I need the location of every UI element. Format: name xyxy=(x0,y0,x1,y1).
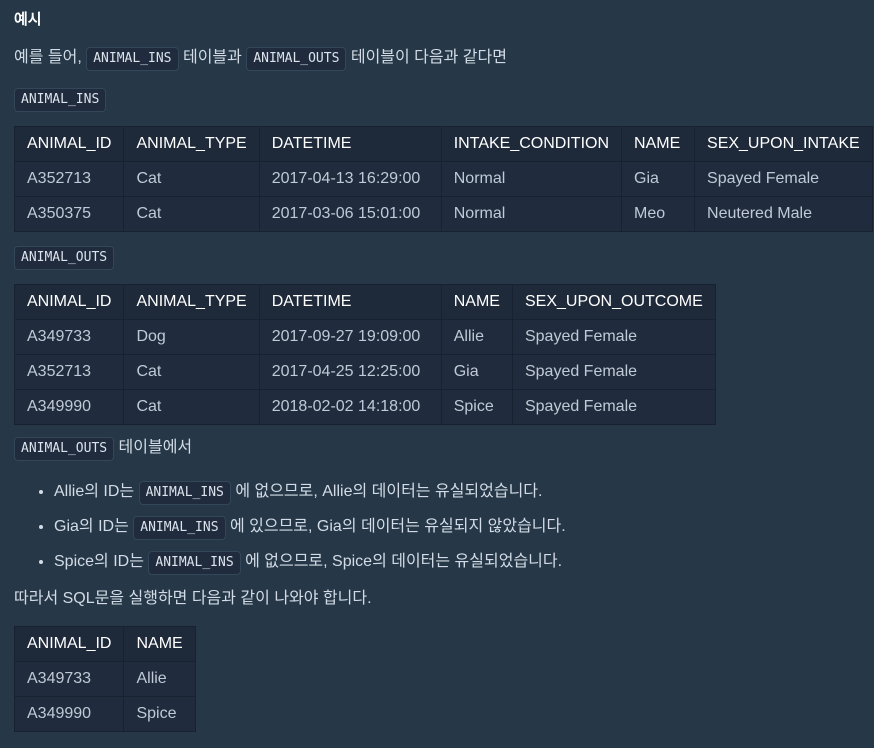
outs-note-text: 테이블에서 xyxy=(118,439,193,456)
table-cell: Cat xyxy=(123,354,260,390)
bullet-text: Gia의 ID는 xyxy=(54,518,129,535)
bullet-text: Allie의 ID는 xyxy=(54,483,135,500)
bullet-text: 에 없으므로, Spice의 데이터는 유실되었습니다. xyxy=(245,553,563,570)
inline-code-animal-ins: ANIMAL_INS xyxy=(86,47,179,71)
column-header: ANIMAL_TYPE xyxy=(123,284,260,320)
list-item: Spice의 ID는 ANIMAL_INS 에 없으므로, Spice의 데이터… xyxy=(54,551,566,575)
column-header: INTAKE_CONDITION xyxy=(440,126,623,162)
table-header-row: ANIMAL_ID ANIMAL_TYPE DATETIME INTAKE_CO… xyxy=(13,126,873,162)
table-cell: 2017-09-27 19:09:00 xyxy=(258,319,442,355)
table-cell: Spayed Female xyxy=(511,389,716,425)
column-header: NAME xyxy=(440,284,513,320)
table-cell: 2017-04-13 16:29:00 xyxy=(258,161,442,197)
intro-prefix: 예를 들어, xyxy=(14,49,82,66)
table-cell: A349990 xyxy=(13,389,125,425)
explanation-list: Allie의 ID는 ANIMAL_INS 에 없으므로, Allie의 데이터… xyxy=(14,481,566,586)
table-cell: A349733 xyxy=(13,319,125,355)
section-heading: 예시 xyxy=(14,11,42,28)
table-header-row: ANIMAL_ID NAME xyxy=(13,626,196,662)
list-item: Gia의 ID는 ANIMAL_INS 에 있으므로, Gia의 데이터는 유실… xyxy=(54,516,566,540)
table-cell: Dog xyxy=(123,319,260,355)
column-header: ANIMAL_ID xyxy=(13,126,125,162)
table-cell: Cat xyxy=(123,389,260,425)
table-cell: A352713 xyxy=(13,161,125,197)
bullet-text: Spice의 ID는 xyxy=(54,553,144,570)
column-header: SEX_UPON_OUTCOME xyxy=(511,284,716,320)
outs-note: ANIMAL_OUTS 테이블에서 xyxy=(14,437,192,461)
ins-table-label: ANIMAL_INS xyxy=(14,88,107,112)
table-cell: Normal xyxy=(440,161,623,197)
table-cell: 2017-04-25 12:25:00 xyxy=(258,354,442,390)
table-row: A352713 Cat 2017-04-13 16:29:00 Normal G… xyxy=(13,161,873,197)
animal-outs-table: ANIMAL_ID ANIMAL_TYPE DATETIME NAME SEX_… xyxy=(13,284,716,425)
inline-code-animal-outs: ANIMAL_OUTS xyxy=(246,47,347,71)
problem-example-section: 예시 예를 들어, ANIMAL_INS 테이블과 ANIMAL_OUTS 테이… xyxy=(0,0,874,748)
table-row: A349990 Spice xyxy=(13,696,196,732)
intro-middle: 테이블과 xyxy=(182,49,242,66)
bullet-text: 에 있으므로, Gia의 데이터는 유실되지 않았습니다. xyxy=(229,518,566,535)
inline-code: ANIMAL_INS xyxy=(148,551,241,575)
column-header: ANIMAL_ID xyxy=(13,284,125,320)
conclusion-text: 따라서 SQL문을 실행하면 다음과 같이 나와야 합니다. xyxy=(14,590,372,607)
table-cell: A349733 xyxy=(13,661,125,697)
column-header: NAME xyxy=(123,626,196,662)
table-cell: Spice xyxy=(123,696,196,732)
table-row: A350375 Cat 2017-03-06 15:01:00 Normal M… xyxy=(13,196,873,232)
column-header: ANIMAL_TYPE xyxy=(123,126,260,162)
table-cell: Spayed Female xyxy=(511,354,716,390)
list-item: Allie의 ID는 ANIMAL_INS 에 없으므로, Allie의 데이터… xyxy=(54,481,566,505)
inline-code: ANIMAL_INS xyxy=(133,516,226,540)
table-cell: Neutered Male xyxy=(694,196,873,232)
table-cell: A350375 xyxy=(13,196,125,232)
table-row: A352713 Cat 2017-04-25 12:25:00 Gia Spay… xyxy=(13,354,716,390)
outs-note-code: ANIMAL_OUTS xyxy=(14,437,115,461)
table-cell: Allie xyxy=(440,319,513,355)
column-header: ANIMAL_ID xyxy=(13,626,125,662)
table-cell: Cat xyxy=(123,161,260,197)
table-cell: Cat xyxy=(123,196,260,232)
table-row: A349990 Cat 2018-02-02 14:18:00 Spice Sp… xyxy=(13,389,716,425)
table-cell: 2017-03-06 15:01:00 xyxy=(258,196,442,232)
table-header-row: ANIMAL_ID ANIMAL_TYPE DATETIME NAME SEX_… xyxy=(13,284,716,320)
table-cell: A349990 xyxy=(13,696,125,732)
table-cell: A352713 xyxy=(13,354,125,390)
column-header: DATETIME xyxy=(258,126,442,162)
bullet-text: 에 없으므로, Allie의 데이터는 유실되었습니다. xyxy=(235,483,543,500)
result-table: ANIMAL_ID NAME A349733 Allie A349990 Spi… xyxy=(13,626,196,732)
table-cell: 2018-02-02 14:18:00 xyxy=(258,389,442,425)
column-header: NAME xyxy=(621,126,696,162)
table-cell: Spice xyxy=(440,389,513,425)
intro-sentence: 예를 들어, ANIMAL_INS 테이블과 ANIMAL_OUTS 테이블이 … xyxy=(14,47,507,71)
table-cell: Spayed Female xyxy=(694,161,873,197)
table-cell: Meo xyxy=(621,196,696,232)
column-header: DATETIME xyxy=(258,284,442,320)
table-cell: Spayed Female xyxy=(511,319,716,355)
column-header: SEX_UPON_INTAKE xyxy=(694,126,873,162)
table-cell: Gia xyxy=(440,354,513,390)
intro-suffix: 테이블이 다음과 같다면 xyxy=(350,49,507,66)
table-cell: Gia xyxy=(621,161,696,197)
outs-table-label: ANIMAL_OUTS xyxy=(14,246,115,270)
table-row: A349733 Allie xyxy=(13,661,196,697)
outs-label-code: ANIMAL_OUTS xyxy=(14,246,115,270)
animal-ins-table: ANIMAL_ID ANIMAL_TYPE DATETIME INTAKE_CO… xyxy=(13,126,873,232)
table-row: A349733 Dog 2017-09-27 19:09:00 Allie Sp… xyxy=(13,319,716,355)
table-cell: Normal xyxy=(440,196,623,232)
inline-code: ANIMAL_INS xyxy=(138,481,231,505)
table-cell: Allie xyxy=(123,661,196,697)
ins-label-code: ANIMAL_INS xyxy=(14,88,107,112)
